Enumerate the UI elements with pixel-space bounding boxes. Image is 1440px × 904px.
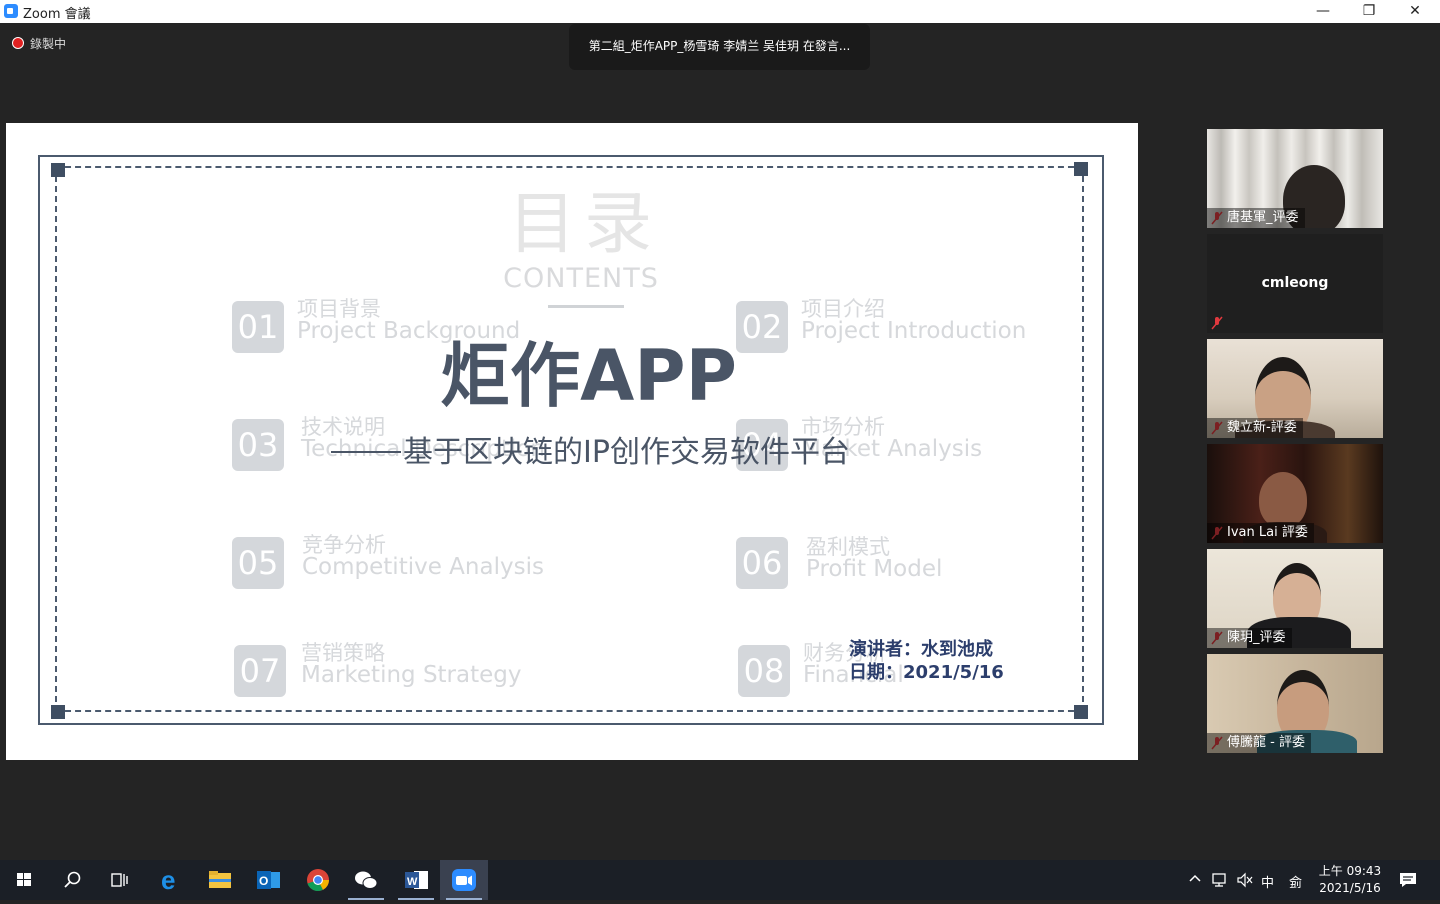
clock-date: 2021/5/16 [1319, 881, 1381, 895]
toc-item-number: 07 [234, 645, 286, 697]
participant-name: 唐基軍_评委 [1207, 208, 1305, 228]
toc-underline [548, 305, 624, 308]
network-icon[interactable] [1211, 872, 1229, 892]
window-title: Zoom 會議 [23, 7, 91, 22]
edge-icon[interactable]: e [148, 860, 196, 900]
participant-name: Ivan Lai 評委 [1207, 523, 1314, 543]
corner-square [1074, 162, 1088, 176]
toc-item-en: Profit Model [806, 556, 943, 582]
toc-item-en: Competitive Analysis [302, 554, 544, 580]
wechat-icon[interactable] [342, 860, 390, 900]
participant-name-placeholder: cmleong [1261, 275, 1329, 291]
task-view-icon[interactable] [96, 860, 144, 900]
participant-video-tile[interactable]: cmleong [1207, 234, 1383, 333]
muted-mic-icon [1211, 316, 1223, 330]
presentation-date: 日期：2021/5/16 [849, 662, 1004, 683]
participant-name: 陳玥_评委 [1207, 628, 1292, 648]
file-explorer-icon[interactable] [196, 860, 244, 900]
zoom-icon[interactable] [440, 860, 488, 900]
participant-video [1259, 472, 1307, 528]
participant-name: 傅騰龍 - 評委 [1207, 733, 1311, 753]
minimize-button[interactable]: — [1300, 0, 1346, 23]
corner-square [51, 163, 65, 177]
svg-text:e: e [161, 865, 175, 895]
participant-video-tile[interactable]: Ivan Lai 評委 [1207, 444, 1383, 543]
corner-square [51, 705, 65, 719]
chrome-icon[interactable] [294, 860, 342, 900]
slide-main-subtitle: 基于区块链的IP创作交易软件平台 [331, 433, 876, 473]
outlook-icon[interactable]: O [244, 860, 292, 900]
toc-item-number: 06 [736, 537, 788, 589]
active-speaker-banner[interactable]: 第二組_炬作APP_杨雪琦 李婧兰 吴佳玥 在發言... [569, 24, 870, 70]
show-hidden-icons-chevron-icon[interactable] [1188, 870, 1202, 890]
toc-item-en: Project Introduction [801, 318, 1027, 344]
toc-title: 目录 [507, 185, 660, 264]
presenter-info: 演讲者：水到池成 日期：2021/5/16 [849, 638, 1004, 684]
svg-text:W: W [407, 876, 418, 888]
participant-video-tile[interactable]: 唐基軍_评委 [1207, 129, 1383, 228]
window-titlebar: Zoom 會議 — ❐ ✕ [0, 0, 1440, 23]
toc-item-number: 05 [232, 537, 284, 589]
svg-text:O: O [259, 874, 268, 888]
toc-item-number: 08 [738, 645, 790, 697]
action-center-icon[interactable] [1398, 871, 1418, 893]
word-icon[interactable]: W [392, 860, 440, 900]
restore-button[interactable]: ❐ [1346, 0, 1392, 23]
corner-square [1074, 705, 1088, 719]
toc-subtitle: CONTENTS [503, 263, 659, 294]
windows-start-icon[interactable] [0, 860, 48, 900]
input-mode-indicator[interactable]: 侴 [1289, 872, 1302, 891]
input-method-indicator[interactable]: 中 [1261, 872, 1274, 891]
slide-main-title: 炬作APP [440, 335, 737, 417]
participant-video-tile[interactable]: 魏立新-評委 [1207, 339, 1383, 438]
recording-label: 錄製中 [30, 37, 67, 51]
presenter-name: 演讲者：水到池成 [849, 639, 993, 660]
participant-video-tile[interactable]: 陳玥_评委 [1207, 549, 1383, 648]
close-button[interactable]: ✕ [1392, 0, 1438, 23]
subtitle-dash [331, 451, 401, 453]
volume-muted-icon[interactable] [1236, 872, 1254, 892]
toc-item-number: 01 [232, 301, 284, 353]
participant-video-tile[interactable]: 傅騰龍 - 評委 [1207, 654, 1383, 753]
toc-item-number: 03 [232, 419, 284, 471]
search-icon[interactable] [48, 860, 96, 900]
zoom-app-icon [4, 4, 18, 18]
toc-item-en: Marketing Strategy [301, 662, 522, 688]
record-dot-icon [12, 37, 24, 49]
slide-subtitle-text: 基于区块链的IP创作交易软件平台 [403, 435, 850, 470]
windows-taskbar: e O W 中 侴 上午 09:43 2021/5/16 [0, 860, 1440, 900]
system-clock[interactable]: 上午 09:43 2021/5/16 [1314, 863, 1386, 897]
clock-time: 上午 09:43 [1318, 864, 1382, 878]
recording-indicator[interactable]: 錄製中 [12, 35, 66, 52]
shared-screen-slide: 目录 CONTENTS 01 项目背景 Project Background 0… [6, 123, 1138, 760]
participant-name: 魏立新-評委 [1207, 418, 1303, 438]
